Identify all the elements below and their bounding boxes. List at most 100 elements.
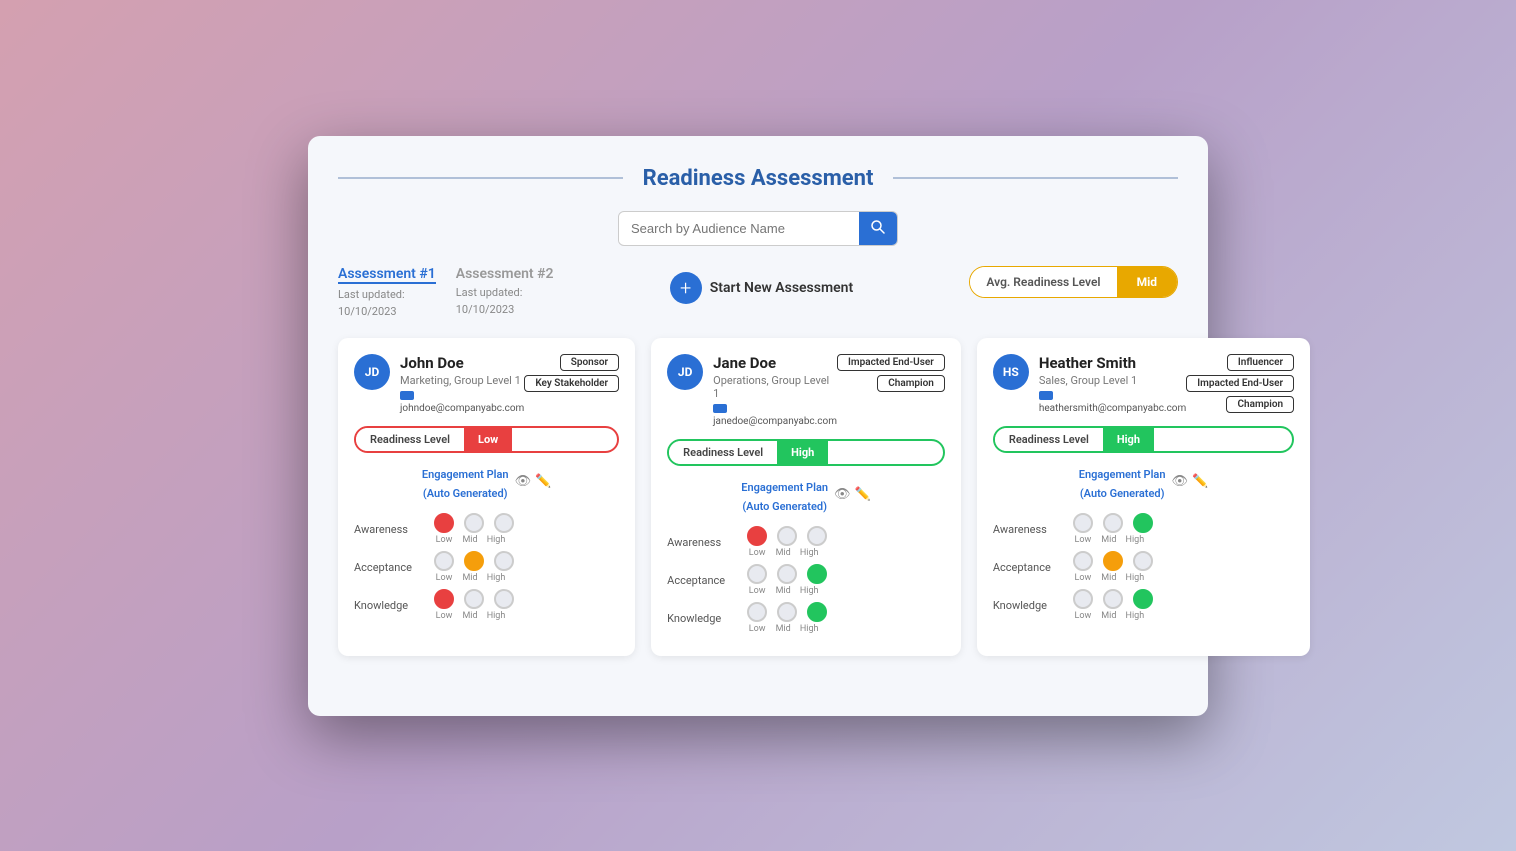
edit-icon[interactable]: ✏️	[535, 474, 551, 489]
controls-row: Assessment #1 Last updated: 10/10/2023 A…	[338, 266, 1178, 318]
metric-dot-0-low[interactable]	[747, 526, 767, 546]
metric-dot-1-mid[interactable]	[777, 564, 797, 584]
metric-label-0: Awareness	[667, 536, 739, 549]
engagement-plan-label: Engagement Plan(Auto Generated)	[422, 468, 509, 500]
metric-dot-1-high[interactable]	[807, 564, 827, 584]
person-info: JD Jane Doe Operations, Group Level 1 ja…	[667, 354, 837, 427]
metric-dot-0-low[interactable]	[434, 513, 454, 533]
view-icon[interactable]: 👁	[834, 487, 851, 502]
metric-dot-2-high[interactable]	[807, 602, 827, 622]
metric-label-2: Knowledge	[667, 612, 739, 625]
metric-dot-0-mid[interactable]	[1103, 513, 1123, 533]
avatar: JD	[667, 354, 703, 390]
title-row: Readiness Assessment	[338, 166, 1178, 191]
person-dept: Sales, Group Level 1	[1039, 374, 1186, 387]
avatar: HS	[993, 354, 1029, 390]
avatar: JD	[354, 354, 390, 390]
readiness-pill: Readiness Level High	[667, 439, 945, 466]
view-icon[interactable]: 👁	[515, 474, 532, 489]
person-name: John Doe	[400, 354, 524, 372]
metric-radio-group-0: Low Mid High	[434, 513, 514, 545]
metric-dot-0-low[interactable]	[1073, 513, 1093, 533]
metric-dot-1-low[interactable]	[434, 551, 454, 571]
new-assessment-button[interactable]: + Start New Assessment	[670, 266, 853, 310]
search-button[interactable]	[859, 212, 897, 245]
assessment-tab-1-link[interactable]: Assessment #1	[338, 266, 436, 284]
metric-radio-group-2: Low Mid High	[1073, 589, 1153, 621]
card-header: JD Jane Doe Operations, Group Level 1 ja…	[667, 354, 945, 427]
metric-dot-0-mid[interactable]	[777, 526, 797, 546]
person-info: HS Heather Smith Sales, Group Level 1 he…	[993, 354, 1186, 414]
readiness-level-label: Readiness Level	[669, 441, 777, 464]
metric-label-1: Acceptance	[354, 561, 426, 574]
metric-dot-2-mid[interactable]	[1103, 589, 1123, 609]
readiness-pill: Readiness Level Low	[354, 426, 619, 453]
assessment-tab-2-date: 10/10/2023	[456, 303, 554, 316]
person-email: johndoe@companyabc.com	[400, 403, 524, 414]
person-name: Jane Doe	[713, 354, 837, 372]
person-dept: Marketing, Group Level 1	[400, 374, 524, 387]
tag-1: Champion	[877, 375, 945, 392]
metric-label-0: Awareness	[993, 523, 1065, 536]
assessment-tab-1-prefix: Last updated:	[338, 288, 436, 301]
person-details: Jane Doe Operations, Group Level 1 janed…	[713, 354, 837, 427]
readiness-pill: Readiness Level High	[993, 426, 1294, 453]
card-header: HS Heather Smith Sales, Group Level 1 he…	[993, 354, 1294, 414]
metric-dot-0-high[interactable]	[494, 513, 514, 533]
metric-dot-2-low[interactable]	[434, 589, 454, 609]
engagement-plan: Engagement Plan(Auto Generated) 👁 ✏️	[667, 476, 945, 515]
metric-dot-0-high[interactable]	[1133, 513, 1153, 533]
metric-dot-1-mid[interactable]	[464, 551, 484, 571]
metric-row-2: Knowledge Low Mid High	[993, 589, 1294, 621]
edit-icon[interactable]: ✏️	[1192, 474, 1208, 489]
edit-icon[interactable]: ✏️	[855, 487, 871, 502]
metric-dot-1-high[interactable]	[494, 551, 514, 571]
metric-dot-0-high[interactable]	[807, 526, 827, 546]
metric-dot-2-high[interactable]	[1133, 589, 1153, 609]
metric-row-1: Acceptance Low Mid High	[667, 564, 945, 596]
assessment-tab-1-date: 10/10/2023	[338, 305, 436, 318]
person-card-heather-smith: HS Heather Smith Sales, Group Level 1 he…	[977, 338, 1310, 657]
metric-dot-1-high[interactable]	[1133, 551, 1153, 571]
search-row	[338, 211, 1178, 246]
metric-dot-2-low[interactable]	[747, 602, 767, 622]
engagement-icons: 👁 ✏️	[515, 474, 552, 489]
metric-dot-2-high[interactable]	[494, 589, 514, 609]
metric-radio-group-2: Low Mid High	[434, 589, 514, 621]
metric-row-2: Knowledge Low Mid High	[354, 589, 619, 621]
email-icon	[400, 391, 414, 400]
avg-readiness-widget: Avg. Readiness Level Mid	[969, 266, 1178, 298]
search-wrapper	[618, 211, 898, 246]
metric-label-0: Awareness	[354, 523, 426, 536]
person-info: JD John Doe Marketing, Group Level 1 joh…	[354, 354, 524, 414]
person-card-john-doe: JD John Doe Marketing, Group Level 1 joh…	[338, 338, 635, 657]
metric-dot-1-low[interactable]	[1073, 551, 1093, 571]
engagement-plan: Engagement Plan(Auto Generated) 👁 ✏️	[993, 463, 1294, 502]
people-cards: JD John Doe Marketing, Group Level 1 joh…	[338, 338, 1178, 657]
metric-row-0: Awareness Low Mid High	[993, 513, 1294, 545]
person-tags: SponsorKey Stakeholder	[524, 354, 619, 392]
metric-dot-1-mid[interactable]	[1103, 551, 1123, 571]
assessment-tab-2-link[interactable]: Assessment #2	[456, 266, 554, 282]
engagement-icons: 👁 ✏️	[834, 487, 871, 502]
metric-row-1: Acceptance Low Mid High	[993, 551, 1294, 583]
metric-dot-2-mid[interactable]	[464, 589, 484, 609]
metrics-section: Awareness Low Mid High Acceptance Low	[993, 513, 1294, 621]
readiness-level-value: Low	[464, 428, 512, 451]
view-icon[interactable]: 👁	[1172, 474, 1189, 489]
metrics-section: Awareness Low Mid High Acceptance Low	[354, 513, 619, 621]
metric-dot-2-mid[interactable]	[777, 602, 797, 622]
person-card-jane-doe: JD Jane Doe Operations, Group Level 1 ja…	[651, 338, 961, 657]
page-title: Readiness Assessment	[623, 166, 894, 191]
metric-dot-0-mid[interactable]	[464, 513, 484, 533]
metric-dot-2-low[interactable]	[1073, 589, 1093, 609]
card-header: JD John Doe Marketing, Group Level 1 joh…	[354, 354, 619, 414]
search-input[interactable]	[619, 214, 859, 243]
app-container: Readiness Assessment Assessment #1 Last …	[308, 136, 1208, 716]
readiness-level-value: High	[777, 441, 828, 464]
metric-radio-group-1: Low Mid High	[434, 551, 514, 583]
assessment-tab-2: Assessment #2 Last updated: 10/10/2023	[456, 266, 554, 318]
tag-0: Impacted End-User	[837, 354, 945, 371]
person-email: janedoe@companyabc.com	[713, 416, 837, 427]
metric-dot-1-low[interactable]	[747, 564, 767, 584]
